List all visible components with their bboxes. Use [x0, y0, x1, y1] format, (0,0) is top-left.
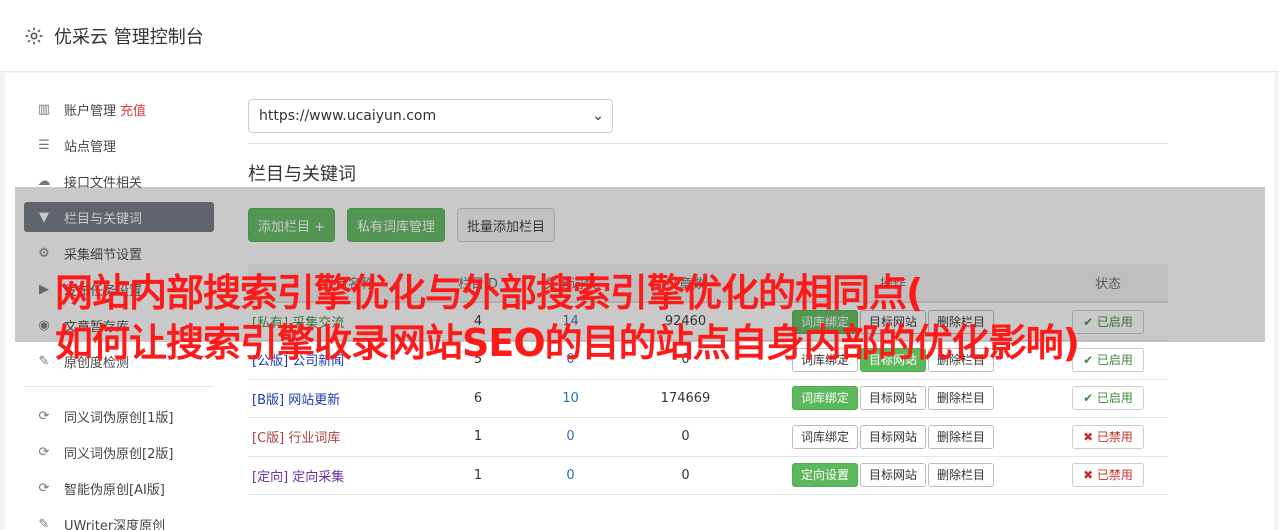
article-count: 0 — [633, 417, 738, 457]
column-name: 行业词库 — [288, 431, 341, 447]
column-tag: [C版] — [252, 431, 285, 447]
actions-cell: 词库绑定 目标网站 删除栏目 — [738, 417, 1048, 457]
refresh-icon: ⟳ — [38, 408, 50, 424]
column-name-cell[interactable]: [B版] 网站更新 — [248, 379, 448, 418]
column-tag: [B版] — [252, 392, 285, 408]
recharge-link[interactable]: 充值 — [120, 100, 146, 119]
bar-chart-icon: ▥ — [37, 101, 51, 117]
keyword-count[interactable]: 0 — [508, 456, 633, 495]
delete-column-button[interactable]: 删除栏目 — [928, 424, 995, 449]
app-header: 优采云 管理控制台 — [0, 0, 1279, 72]
sidebar-item-label: UWriter深度原创 — [64, 518, 166, 530]
sidebar-item-synonym-v1[interactable]: ⟳ 同义词伪原创[1版] — [24, 401, 214, 431]
sidebar-item-label: 站点管理 — [64, 139, 117, 155]
delete-column-button[interactable]: 删除栏目 — [928, 386, 995, 411]
sidebar-divider — [24, 386, 214, 387]
status-cell: ✖ 已禁用 — [1048, 456, 1168, 495]
delete-column-button[interactable]: 删除栏目 — [928, 463, 995, 488]
refresh-icon: ⟳ — [38, 480, 50, 496]
table-row: [定向] 定向采集 1 0 0 定向设置 目标网站 删除栏目 ✖ 已禁用 — [248, 456, 1168, 495]
sidebar-item-ai-rewrite[interactable]: ⟳ 智能伪原创[AI版] — [24, 473, 214, 503]
sidebar-item-uwriter[interactable]: ✎ UWriter深度原创 — [24, 509, 214, 530]
app-title: 优采云 管理控制台 — [54, 26, 204, 48]
edit-icon: ✎ — [38, 516, 50, 530]
sidebar-item-label: 同义词伪原创[2版] — [64, 446, 174, 462]
status-toggle[interactable]: ✖ 已禁用 — [1072, 463, 1144, 488]
column-name-cell[interactable]: [定向] 定向采集 — [248, 456, 448, 495]
keyword-count[interactable]: 0 — [508, 417, 633, 457]
column-name: 定向采集 — [292, 469, 345, 485]
refresh-icon: ⟳ — [38, 444, 50, 460]
bind-library-button[interactable]: 词库绑定 — [791, 386, 858, 411]
column-name: 网站更新 — [288, 392, 341, 408]
target-site-button[interactable]: 目标网站 — [859, 424, 926, 449]
status-cell: ✔ 已启用 — [1048, 379, 1168, 418]
column-id: 6 — [448, 379, 508, 418]
edit-icon: ✎ — [38, 353, 50, 369]
sidebar-item-label: 智能伪原创[AI版] — [64, 482, 165, 498]
site-select-value: https://www.ucaiyun.com — [259, 108, 437, 124]
article-count: 0 — [633, 456, 738, 495]
sidebar-item-label: 同义词伪原创[1版] — [64, 410, 174, 426]
overlay-line-1: 网站内部搜索引擎优化与外部搜索引擎优化的相同点( — [55, 271, 923, 315]
chevron-down-icon: ⌄ — [592, 108, 604, 124]
column-tag: [定向] — [252, 469, 289, 485]
actions-cell: 词库绑定 目标网站 删除栏目 — [738, 379, 1048, 418]
column-id: 1 — [448, 456, 508, 495]
section-title: 栏目与关键词 — [248, 164, 356, 185]
overlay-headline: 网站内部搜索引擎优化与外部搜索引擎优化的相同点( 如何让搜索引擎收录网站SEO的… — [55, 268, 1255, 368]
site-select[interactable]: https://www.ucaiyun.com ⌄ — [248, 99, 613, 133]
status-cell: ✖ 已禁用 — [1048, 417, 1168, 457]
sidebar-item-synonym-v2[interactable]: ⟳ 同义词伪原创[2版] — [24, 437, 214, 467]
target-site-button[interactable]: 目标网站 — [859, 386, 926, 411]
gear-icon[interactable] — [24, 26, 44, 46]
column-name-cell[interactable]: [C版] 行业词库 — [248, 417, 448, 457]
actions-cell: 定向设置 目标网站 删除栏目 — [738, 456, 1048, 495]
divider — [248, 143, 1168, 144]
bind-library-button[interactable]: 词库绑定 — [791, 424, 858, 449]
directional-settings-button[interactable]: 定向设置 — [791, 463, 858, 488]
status-toggle[interactable]: ✖ 已禁用 — [1072, 424, 1144, 449]
table-row: [C版] 行业词库 1 0 0 词库绑定 目标网站 删除栏目 ✖ 已禁用 — [248, 417, 1168, 457]
target-site-button[interactable]: 目标网站 — [859, 463, 926, 488]
server-icon: ☰ — [38, 137, 50, 153]
sidebar-item-sites[interactable]: ☰ 站点管理 — [24, 130, 214, 160]
sidebar-item-account[interactable]: ▥ 账户管理 充值 — [24, 94, 214, 124]
table-row: [B版] 网站更新 6 10 174669 词库绑定 目标网站 删除栏目 ✔ 已启用 — [248, 379, 1168, 418]
keyword-count[interactable]: 10 — [508, 379, 633, 418]
article-count: 174669 — [633, 379, 738, 418]
status-toggle[interactable]: ✔ 已启用 — [1072, 386, 1144, 411]
overlay-line-2: 如何让搜索引擎收录网站SEO的目的站点自身内部的优化影响) — [55, 321, 1080, 365]
column-id: 1 — [448, 417, 508, 457]
sidebar-item-label: 账户管理 — [64, 103, 117, 119]
